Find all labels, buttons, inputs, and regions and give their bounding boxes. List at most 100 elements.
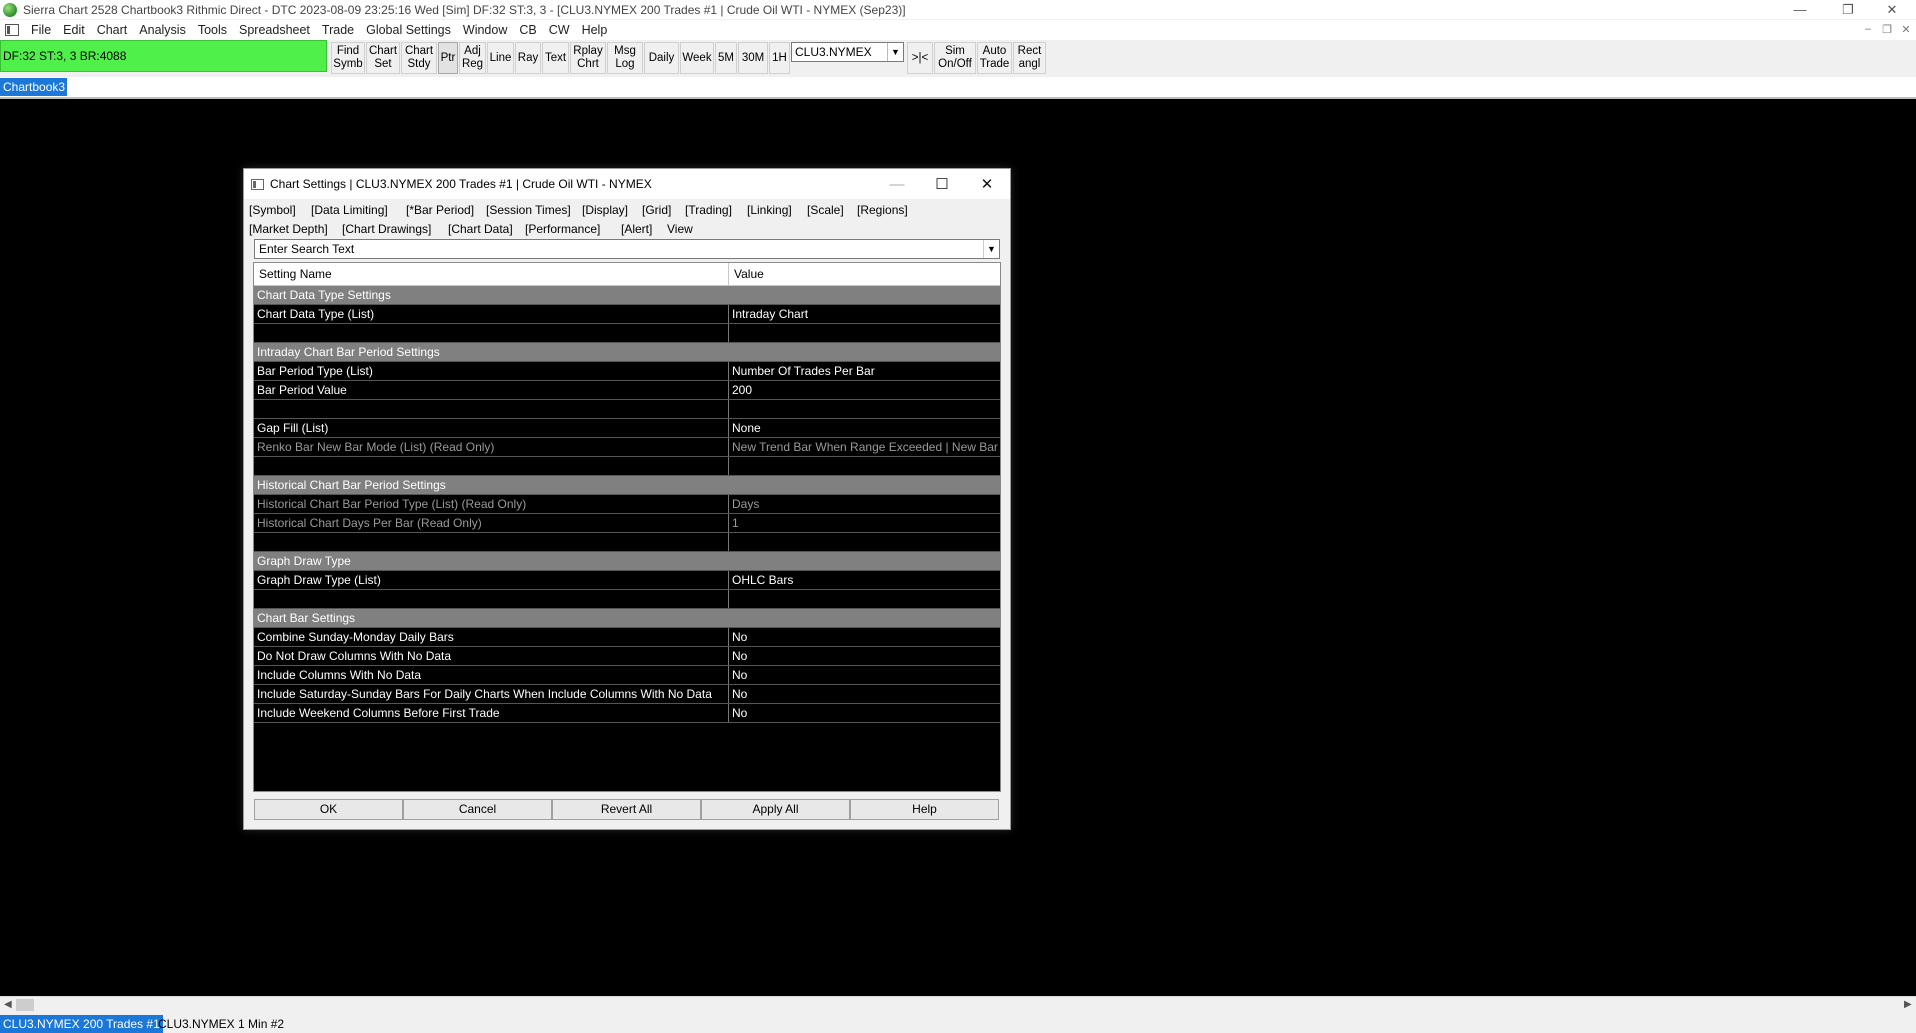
menu-edit[interactable]: Edit	[57, 20, 91, 40]
menu-cb[interactable]: CB	[513, 20, 542, 40]
message-log-button[interactable]: Msg Log	[607, 42, 643, 74]
scroll-left-icon[interactable]: ◀	[4, 999, 12, 1010]
tab-chart-data[interactable]: [Chart Data]	[448, 220, 513, 238]
setting-row[interactable]: Gap Fill (List) None	[254, 419, 1000, 438]
setting-row[interactable]: Bar Period Value 200	[254, 381, 1000, 400]
setting-row[interactable]: Bar Period Type (List) Number Of Trades P…	[254, 362, 1000, 381]
tab-session-times[interactable]: [Session Times]	[486, 201, 571, 219]
setting-value[interactable]: No	[732, 666, 1000, 684]
chartbook-tab[interactable]: Chartbook3	[0, 78, 67, 96]
menu-trade[interactable]: Trade	[316, 20, 360, 40]
tab-data-limiting[interactable]: [Data Limiting]	[311, 201, 388, 219]
ray-tool-button[interactable]: Ray	[515, 42, 541, 74]
center-chart-button[interactable]: >|<	[907, 42, 933, 74]
tab-symbol[interactable]: [Symbol]	[249, 201, 296, 219]
chart-tab-2[interactable]: CLU3.NYMEX 1 Min #2	[155, 1015, 287, 1033]
restore-icon[interactable]: ❐	[1826, 0, 1870, 19]
line-tool-button[interactable]: Line	[487, 42, 514, 74]
minimize-icon[interactable]: —	[1778, 0, 1822, 19]
30m-button[interactable]: 30M	[738, 42, 768, 74]
mdi-minimize-icon[interactable]: –	[1860, 22, 1876, 36]
setting-value[interactable]: No	[732, 704, 1000, 722]
tab-bar-period[interactable]: [*Bar Period]	[406, 201, 474, 219]
auto-trade-button[interactable]: Auto Trade	[977, 42, 1012, 74]
horizontal-scrollbar[interactable]: ◀ ▶	[0, 996, 1916, 1013]
1h-button[interactable]: 1H	[769, 42, 790, 74]
5m-button[interactable]: 5M	[715, 42, 737, 74]
scroll-right-icon[interactable]: ▶	[1904, 999, 1912, 1010]
menu-chart[interactable]: Chart	[91, 20, 134, 40]
text-tool-button[interactable]: Text	[542, 42, 569, 74]
column-header-setting-name[interactable]: Setting Name	[254, 263, 332, 286]
pointer-tool-button[interactable]: Ptr	[438, 42, 458, 74]
setting-value[interactable]: No	[732, 647, 1000, 665]
setting-row[interactable]: Include Saturday-Sunday Bars For Daily C…	[254, 685, 1000, 704]
setting-value[interactable]: No	[732, 628, 1000, 646]
setting-value[interactable]: OHLC Bars	[732, 571, 1000, 589]
setting-name: Include Saturday-Sunday Bars For Daily C…	[257, 687, 712, 701]
chevron-down-icon[interactable]: ▼	[983, 240, 999, 258]
setting-row[interactable]: Include Weekend Columns Before First Tra…	[254, 704, 1000, 723]
spacer-row	[254, 400, 1000, 419]
tab-grid[interactable]: [Grid]	[642, 201, 671, 219]
daily-button[interactable]: Daily	[644, 42, 679, 74]
menu-spreadsheet[interactable]: Spreadsheet	[233, 20, 316, 40]
menu-file[interactable]: File	[25, 20, 57, 40]
setting-row[interactable]: Do Not Draw Columns With No Data No	[254, 647, 1000, 666]
tab-regions[interactable]: [Regions]	[857, 201, 908, 219]
help-button[interactable]: Help	[850, 799, 999, 820]
adjust-region-button[interactable]: Adj Reg	[459, 42, 486, 74]
apply-all-button[interactable]: Apply All	[701, 799, 850, 820]
menu-analysis[interactable]: Analysis	[133, 20, 192, 40]
chevron-down-icon[interactable]: ▼	[887, 43, 903, 61]
cell-separator	[728, 704, 729, 722]
tab-trading[interactable]: [Trading]	[685, 201, 732, 219]
menu-global-settings[interactable]: Global Settings	[360, 20, 457, 40]
week-button[interactable]: Week	[680, 42, 714, 74]
tab-display[interactable]: [Display]	[582, 201, 628, 219]
cell-separator	[728, 495, 729, 513]
mdi-restore-icon[interactable]: ❐	[1879, 22, 1895, 36]
menu-tools[interactable]: Tools	[192, 20, 233, 40]
column-header-value[interactable]: Value	[729, 263, 764, 286]
chart-studies-button[interactable]: Chart Stdy	[401, 42, 437, 74]
tab-view[interactable]: View	[667, 220, 693, 238]
ok-button[interactable]: OK	[254, 799, 403, 820]
revert-all-button[interactable]: Revert All	[552, 799, 701, 820]
setting-row[interactable]: Chart Data Type (List) Intraday Chart	[254, 305, 1000, 324]
tab-alert[interactable]: [Alert]	[621, 220, 652, 238]
sim-toggle-button[interactable]: Sim On/Off	[934, 42, 976, 74]
menu-cw[interactable]: CW	[543, 20, 576, 40]
dialog-minimize-icon[interactable]: —	[874, 169, 920, 199]
chart-tab-1[interactable]: CLU3.NYMEX 200 Trades #1	[0, 1015, 163, 1033]
setting-value[interactable]: 200	[732, 381, 1000, 399]
system-menu-icon[interactable]	[5, 24, 19, 36]
menu-window[interactable]: Window	[457, 20, 513, 40]
cancel-button[interactable]: Cancel	[403, 799, 552, 820]
tab-market-depth[interactable]: [Market Depth]	[249, 220, 328, 238]
tab-chart-drawings[interactable]: [Chart Drawings]	[342, 220, 431, 238]
setting-value[interactable]: None	[732, 419, 1000, 437]
setting-row[interactable]: Graph Draw Type (List) OHLC Bars	[254, 571, 1000, 590]
close-icon[interactable]: ✕	[1870, 0, 1914, 19]
tab-scale[interactable]: [Scale]	[807, 201, 844, 219]
chart-settings-button[interactable]: Chart Set	[366, 42, 400, 74]
find-symbol-button[interactable]: Find Symb	[331, 42, 365, 74]
setting-row[interactable]: Include Columns With No Data No	[254, 666, 1000, 685]
window-title: Sierra Chart 2528 Chartbook3 Rithmic Dir…	[23, 2, 906, 17]
dialog-close-icon[interactable]: ✕	[964, 169, 1010, 199]
rectangle-tool-button[interactable]: Rect angl	[1013, 42, 1046, 74]
setting-value[interactable]: No	[732, 685, 1000, 703]
search-input[interactable]: Enter Search Text ▼	[254, 239, 1000, 259]
scroll-thumb[interactable]	[16, 999, 34, 1011]
tab-performance[interactable]: [Performance]	[525, 220, 600, 238]
tab-linking[interactable]: [Linking]	[747, 201, 792, 219]
setting-value[interactable]: Intraday Chart	[732, 305, 1000, 323]
setting-row[interactable]: Combine Sunday-Monday Daily Bars No	[254, 628, 1000, 647]
dialog-maximize-icon[interactable]: ☐	[919, 169, 965, 199]
setting-value[interactable]: Number Of Trades Per Bar	[732, 362, 1000, 380]
menu-help[interactable]: Help	[576, 20, 614, 40]
mdi-close-icon[interactable]: ✕	[1898, 22, 1914, 36]
symbol-combo[interactable]: CLU3.NYMEX ▼	[791, 42, 904, 62]
replay-chart-button[interactable]: Rplay Chrt	[570, 42, 606, 74]
